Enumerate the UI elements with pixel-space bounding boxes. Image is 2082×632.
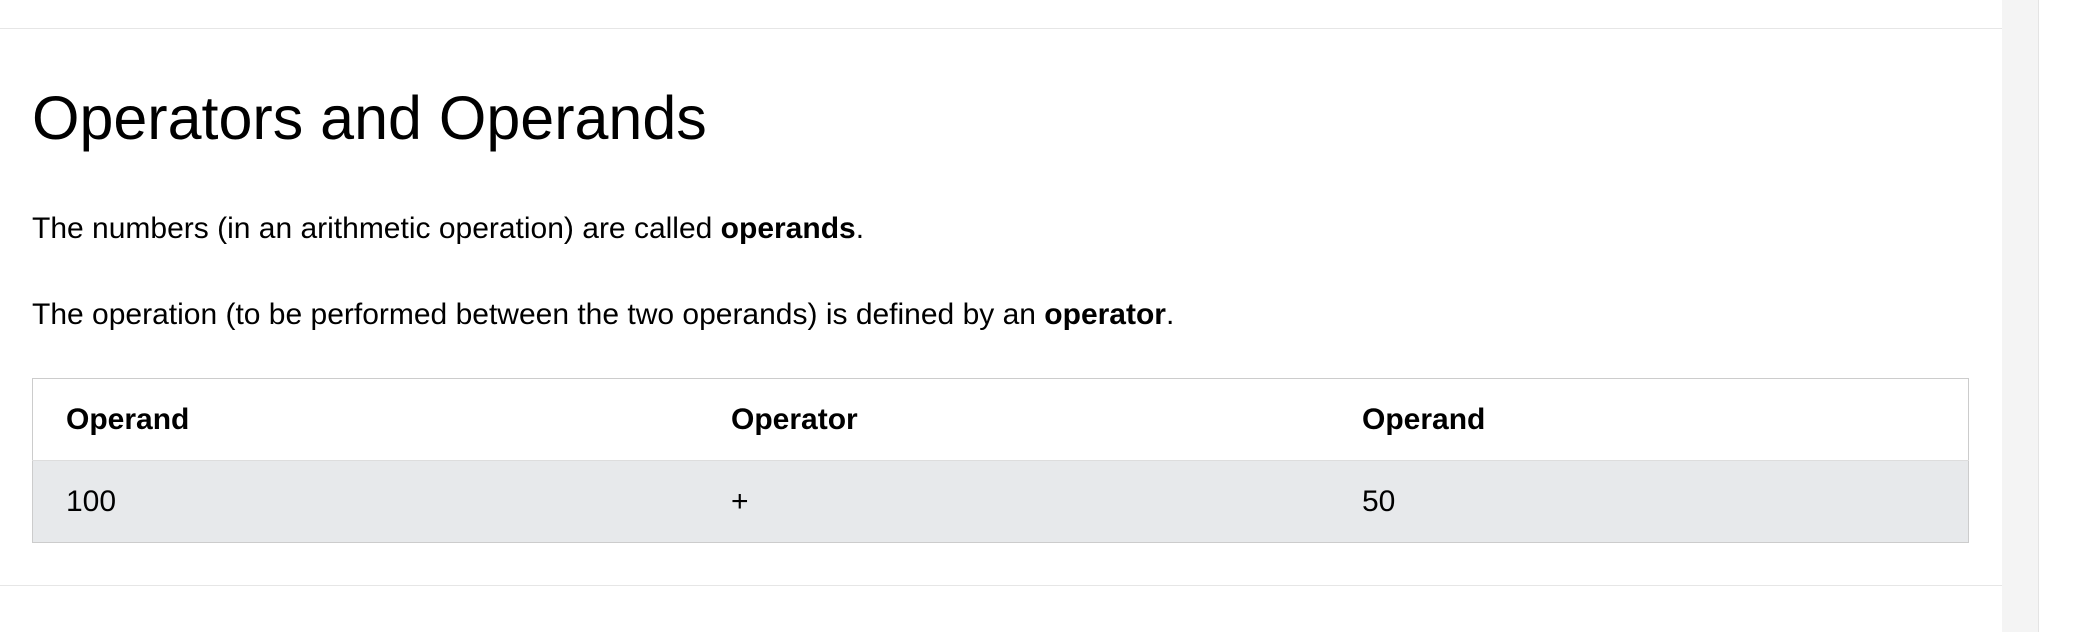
operator-term: operator [1044, 298, 1166, 331]
cell-operand-left: 100 [32, 460, 698, 543]
top-divider [0, 28, 2002, 29]
operands-table: Operand Operator Operand 100 + 50 [32, 378, 1969, 543]
right-gutter [2002, 0, 2038, 632]
cell-operator: + [698, 460, 1329, 543]
operator-period: . [1165, 298, 1175, 331]
page: Operators and Operands The numbers (in a… [0, 0, 2082, 632]
gutter-edge [2038, 0, 2039, 632]
operator-paragraph: The operation (to be performed between t… [32, 295, 1174, 335]
section-heading: Operators and Operands [32, 84, 707, 152]
operands-period: . [855, 212, 865, 245]
operands-text: The numbers (in an arithmetic operation)… [32, 212, 721, 245]
table-header-row: Operand Operator Operand [32, 378, 1969, 461]
main-content: Operators and Operands The numbers (in a… [0, 0, 2002, 632]
operands-term: operands [720, 212, 856, 245]
header-operand-left: Operand [32, 378, 698, 461]
cell-operand-right: 50 [1329, 460, 1969, 543]
header-operator: Operator [698, 378, 1329, 461]
operator-text: The operation (to be performed between t… [32, 298, 1045, 331]
operands-paragraph: The numbers (in an arithmetic operation)… [32, 209, 864, 249]
table-row: 100 + 50 [32, 460, 1969, 543]
bottom-divider [0, 585, 2002, 586]
header-operand-right: Operand [1329, 378, 1969, 461]
